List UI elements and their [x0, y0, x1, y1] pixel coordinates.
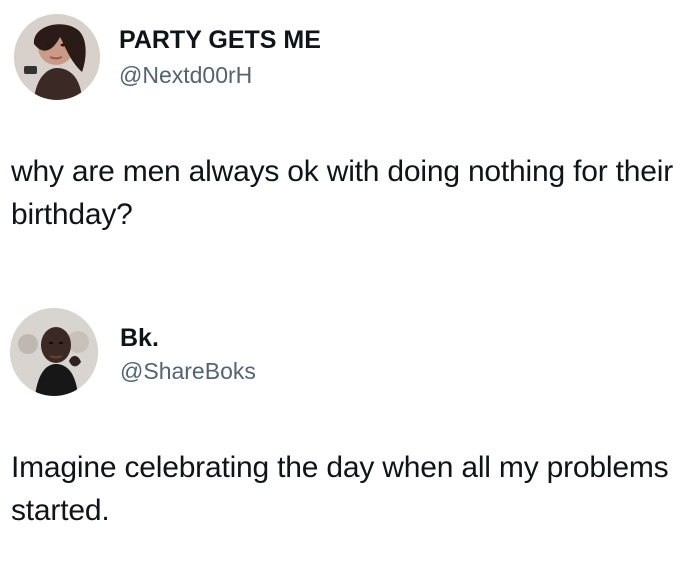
tweet-text: why are men always ok with doing nothing… [11, 155, 674, 231]
tweet-post[interactable]: Bk. @ShareBoks Imagine celebrating the d… [0, 270, 700, 571]
avatar[interactable] [14, 14, 100, 100]
tweet-post[interactable]: PARTY GETS ME @Nextd00rH why are men alw… [0, 0, 700, 270]
display-name[interactable]: PARTY GETS ME [119, 26, 321, 55]
user-handle[interactable]: @ShareBoks [120, 358, 256, 385]
user-handle[interactable]: @Nextd00rH [119, 62, 252, 89]
profile-photo-icon [10, 308, 98, 396]
tweet-text: Imagine celebrating the day when all my … [11, 451, 669, 527]
avatar[interactable] [10, 308, 98, 396]
profile-photo-icon [14, 14, 100, 100]
display-name[interactable]: Bk. [120, 324, 159, 353]
